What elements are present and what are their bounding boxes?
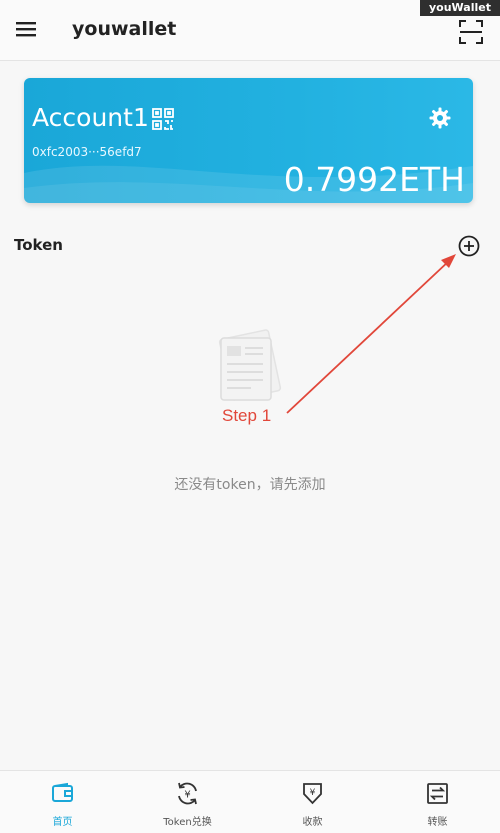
receive-icon: ¥ — [303, 783, 322, 805]
bottom-navigation: 首页 ¥ Token兑换 ¥ 收款 转账 — [0, 770, 500, 833]
transfer-icon — [427, 783, 448, 804]
svg-text:¥: ¥ — [310, 788, 316, 798]
nav-label: Token兑换 — [163, 817, 212, 828]
nav-label: 转账 — [427, 817, 448, 828]
scan-icon[interactable] — [458, 19, 484, 45]
app-title: youwallet — [72, 18, 177, 40]
nav-label: 收款 — [302, 817, 323, 828]
nav-item-receive[interactable]: ¥ 收款 — [250, 771, 375, 833]
account-balance: 0.7992ETH — [283, 160, 465, 199]
svg-text:¥: ¥ — [184, 790, 190, 801]
exchange-icon: ¥ — [178, 782, 197, 805]
nav-label: 首页 — [52, 817, 73, 828]
settings-gear-icon[interactable] — [428, 106, 452, 130]
account-card[interactable]: Account1 0xfc2003···56efd7 0.7992ETH — [24, 78, 473, 203]
watermark: youWallet — [420, 0, 500, 16]
account-name: Account1 — [32, 103, 149, 132]
add-token-plus-icon[interactable] — [458, 235, 480, 257]
empty-document-icon — [218, 329, 282, 401]
wallet-icon — [52, 782, 73, 802]
annotation-step-label: Step 1 — [222, 406, 272, 425]
menu-icon[interactable] — [14, 19, 38, 39]
token-section-title: Token — [14, 236, 63, 254]
empty-state-message: 还没有token，请先添加 — [174, 477, 326, 493]
qr-code-icon[interactable] — [152, 108, 174, 130]
nav-item-home[interactable]: 首页 — [0, 771, 125, 833]
account-address[interactable]: 0xfc2003···56efd7 — [32, 145, 142, 159]
nav-item-transfer[interactable]: 转账 — [375, 771, 500, 833]
nav-item-token-exchange[interactable]: ¥ Token兑换 — [125, 771, 250, 833]
